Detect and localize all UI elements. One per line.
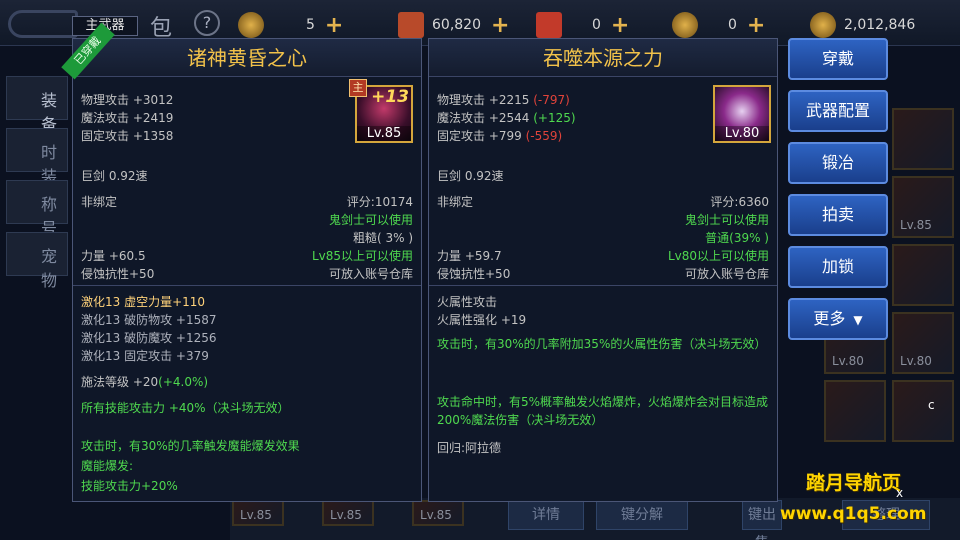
inventory-slot[interactable]: Lv.85 — [232, 500, 284, 526]
add-ticket-button[interactable]: + — [611, 13, 629, 38]
stat-magic-attack: 魔法攻击 +2544 (+125) — [437, 111, 576, 125]
inventory-slot[interactable] — [824, 380, 886, 442]
side-tab-title[interactable]: 称号 — [6, 180, 68, 238]
effect-fire-explosion: 攻击命中时，有5%概率触发火焰爆炸，火焰爆炸会对目标造成200%魔法伤害（决斗场… — [437, 395, 769, 427]
details-button[interactable]: 详情 — [508, 500, 584, 530]
bind-status: 非绑定 — [81, 195, 118, 209]
add-gold-button[interactable]: + — [325, 13, 343, 38]
stray-text: c — [928, 398, 935, 412]
inventory-slot[interactable]: Lv.80 — [892, 312, 954, 374]
coin-icon — [672, 12, 698, 38]
element-attack: 火属性攻击 — [437, 295, 498, 309]
inventory-slot[interactable] — [892, 380, 954, 442]
add-coin-button[interactable]: + — [747, 13, 765, 38]
equipped-item-panel: 诸神黄昏之心 物理攻击 +3012 魔法攻击 +2419 固定攻击 +1358 … — [72, 38, 422, 502]
back-logo[interactable] — [8, 10, 78, 38]
stat-magic-attack: 魔法攻击 +2419 — [81, 111, 174, 125]
weapon-type: 巨剑 0.92速 — [81, 169, 148, 183]
augment-line: 激化13 破防魔攻 +1256 — [81, 331, 217, 345]
currency-scroll: 60,820 + — [398, 12, 509, 38]
item-score: 评分:10174 — [346, 195, 413, 209]
element-boost: 火属性强化 +19 — [437, 313, 527, 327]
proc-description: 攻击时，有30%的几率触发魔能爆发效果 — [81, 439, 300, 453]
level-requirement: Lv80以上可以使用 — [667, 249, 769, 263]
divider — [73, 285, 421, 286]
divider — [429, 285, 777, 286]
auction-button[interactable]: 拍卖 — [788, 194, 888, 236]
stat-physical-attack: 物理攻击 +2215 (-797) — [437, 93, 570, 107]
more-button[interactable]: 更多 ▼ — [788, 298, 888, 340]
return-note: 回归:阿拉德 — [437, 441, 502, 455]
help-icon[interactable]: ? — [194, 10, 220, 36]
augment-line: 激化13 固定攻击 +379 — [81, 349, 209, 363]
quick-sell-button[interactable]: 键出售 — [742, 500, 782, 540]
usable-class: 鬼剑士可以使用 — [328, 213, 413, 227]
equip-button[interactable]: 穿戴 — [788, 38, 888, 80]
scroll-icon — [398, 12, 424, 38]
augment-line: 激化13 虚空力量+110 — [81, 295, 206, 309]
add-scroll-button[interactable]: + — [491, 13, 509, 38]
lock-button[interactable]: 加锁 — [788, 246, 888, 288]
quick-disassemble-button[interactable]: 键分解 — [596, 500, 688, 530]
inventory-slot[interactable]: Lv.85 — [322, 500, 374, 526]
gold-coin-icon — [238, 12, 264, 38]
inventory-slot[interactable]: Lv.85 — [892, 176, 954, 238]
effect-fire-damage: 攻击时，有30%的几率附加35%的火属性伤害（决斗场无效） — [437, 337, 767, 351]
currency-gold-pile: 2,012,846 — [810, 12, 915, 38]
item-score: 评分:6360 — [710, 195, 769, 209]
weapon-config-button[interactable]: 武器配置 — [788, 90, 888, 132]
gold-pile-icon — [810, 12, 836, 38]
proc-effect: 技能攻击力+20% — [81, 479, 178, 493]
storage-note: 可放入账号仓库 — [328, 267, 413, 281]
currency-ticket: 0 + — [536, 12, 629, 38]
watermark-url: www.q1q5.com — [780, 504, 927, 524]
inventory-slot[interactable] — [892, 244, 954, 306]
main-badge: 主 — [349, 79, 367, 97]
corrosion-resist: 侵蚀抗性+50 — [437, 267, 511, 281]
item-name: 吞噬本源之力 — [429, 39, 777, 77]
augment-line: 激化13 破防物攻 +1587 — [81, 313, 217, 327]
currency-gold: 5 + — [238, 12, 343, 38]
weapon-type: 巨剑 0.92速 — [437, 169, 504, 183]
cast-level: 施法等级 +20(+4.0%) — [81, 375, 209, 389]
side-tab-fashion[interactable]: 时装 — [6, 128, 68, 186]
item-name: 诸神黄昏之心 — [73, 39, 421, 77]
stat-physical-attack: 物理攻击 +3012 — [81, 93, 174, 107]
stat-fixed-attack: 固定攻击 +799 (-559) — [437, 129, 563, 143]
close-icon[interactable]: x — [896, 486, 903, 500]
stat-strength: 力量 +60.5 — [81, 249, 146, 263]
spiked-weapon-icon: Lv.80 — [713, 85, 771, 143]
item-quality: 粗糙( 3% ) — [352, 231, 413, 245]
level-requirement: Lv85以上可以使用 — [311, 249, 413, 263]
forge-button[interactable]: 锻冶 — [788, 142, 888, 184]
skill-attack-bonus: 所有技能攻击力 +40%（决斗场无效） — [81, 401, 290, 415]
compare-item-panel: 吞噬本源之力 物理攻击 +2215 (-797) 魔法攻击 +2544 (+12… — [428, 38, 778, 502]
proc-name: 魔能爆发: — [81, 459, 134, 473]
item-quality: 普通(39% ) — [705, 231, 769, 245]
storage-note: 可放入账号仓库 — [684, 267, 769, 281]
usable-class: 鬼剑士可以使用 — [684, 213, 769, 227]
corrosion-resist: 侵蚀抗性+50 — [81, 267, 155, 281]
side-tab-equipment[interactable]: 装备 — [6, 76, 68, 134]
stat-fixed-attack: 固定攻击 +1358 — [81, 129, 174, 143]
inventory-slot[interactable] — [892, 108, 954, 170]
watermark-title: 踏月导航页 — [806, 472, 902, 494]
stat-strength: 力量 +59.7 — [437, 249, 502, 263]
ticket-icon — [536, 12, 562, 38]
bind-status: 非绑定 — [437, 195, 474, 209]
inventory-slot[interactable]: Lv.85 — [412, 500, 464, 526]
side-tab-pet[interactable]: 宠物 — [6, 232, 68, 290]
currency-coin: 0 + — [672, 12, 765, 38]
chevron-down-icon: ▼ — [853, 313, 863, 327]
